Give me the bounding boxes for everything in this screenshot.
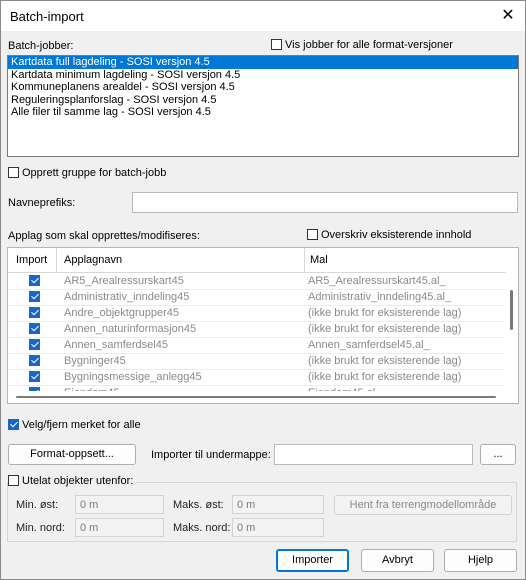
column-header-import[interactable]: Import: [16, 254, 47, 266]
select-all-label: Velg/fjern merket for alle: [22, 419, 141, 431]
import-checkbox[interactable]: [29, 275, 40, 286]
layer-name-cell: Annen_samferdsel45: [64, 339, 168, 351]
subfolder-input[interactable]: [274, 444, 473, 465]
import-checkbox[interactable]: [29, 307, 40, 318]
layer-name-cell: Andre_objektgrupper45: [64, 307, 179, 319]
batch-job-item[interactable]: Kommuneplanens arealdel - SOSI versjon 4…: [8, 81, 518, 94]
min-north-label: Min. nord:: [16, 522, 65, 534]
scrollbar-thumb[interactable]: [510, 290, 513, 330]
table-row[interactable]: Bygningsmessige_anlegg45 (ikke brukt for…: [8, 369, 505, 386]
table-header: Import Applagnavn Mal: [8, 248, 518, 273]
close-icon[interactable]: ✕: [497, 5, 519, 27]
overwrite-checkbox[interactable]: Overskriv eksisterende innhold: [307, 229, 471, 241]
horizontal-scrollbar[interactable]: [8, 391, 506, 403]
create-group-checkbox[interactable]: Opprett gruppe for batch-jobb: [8, 167, 166, 179]
show-all-versions-label: Vis jobber for alle format-versjoner: [285, 39, 453, 51]
import-checkbox[interactable]: [29, 355, 40, 366]
name-prefix-label: Navneprefiks:: [8, 197, 76, 209]
batch-job-item[interactable]: Kartdata minimum lagdeling - SOSI versjo…: [8, 69, 518, 82]
dialog-title: Batch-import: [10, 9, 84, 24]
import-button[interactable]: Importer: [276, 549, 349, 572]
max-north-label: Maks. nord:: [173, 522, 231, 534]
browse-button[interactable]: ...: [480, 444, 516, 465]
batch-job-item[interactable]: Reguleringsplanforslag - SOSI versjon 4.…: [8, 94, 518, 107]
layer-name-cell: Annen_naturinformasjon45: [64, 323, 197, 335]
min-north-input[interactable]: 0 m: [75, 518, 164, 537]
template-cell: (ikke brukt for eksisterende lag): [308, 307, 462, 319]
batch-import-dialog: Batch-import ✕ Batch-jobber: Vis jobber …: [0, 0, 526, 580]
column-divider[interactable]: [56, 248, 57, 272]
layers-table: Import Applagnavn Mal AR5_Arealressurska…: [7, 247, 519, 404]
checkbox-box: [8, 475, 19, 486]
vertical-scrollbar[interactable]: [506, 272, 518, 403]
overwrite-label: Overskriv eksisterende innhold: [321, 229, 472, 241]
column-header-layer-name[interactable]: Applagnavn: [64, 254, 122, 266]
max-north-input[interactable]: 0 m: [232, 518, 324, 537]
layers-label: Applag som skal opprettes/modifiseres:: [8, 230, 200, 242]
template-cell: AR5_Arealressurskart45.al_: [308, 275, 446, 287]
template-cell: (ikke brukt for eksisterende lag): [308, 323, 462, 335]
layer-name-cell: Bygningsmessige_anlegg45: [64, 371, 202, 383]
table-row[interactable]: Administrativ_inndeling45 Administrativ_…: [8, 289, 505, 306]
subfolder-label: Importer til undermappe:: [151, 449, 271, 461]
get-terrain-area-button[interactable]: Hent fra terrengmodellområde: [334, 495, 512, 515]
exclude-outside-checkbox[interactable]: Utelat objekter utenfor:: [8, 475, 137, 487]
batch-jobs-list[interactable]: Kartdata full lagdeling - SOSI versjon 4…: [7, 55, 519, 157]
template-cell: (ikke brukt for eksisterende lag): [308, 355, 462, 367]
format-setup-button[interactable]: Format-oppsett...: [8, 444, 136, 465]
column-divider[interactable]: [304, 248, 305, 272]
template-cell: (ikke brukt for eksisterende lag): [308, 371, 462, 383]
cancel-button[interactable]: Avbryt: [361, 549, 434, 572]
help-button[interactable]: Hjelp: [444, 549, 517, 572]
checkbox-box: [8, 419, 19, 430]
scrollbar-thumb[interactable]: [16, 396, 496, 398]
import-checkbox[interactable]: [29, 339, 40, 350]
name-prefix-input[interactable]: [132, 192, 518, 213]
table-row[interactable]: Bygninger45 (ikke brukt for eksisterende…: [8, 353, 505, 370]
checkbox-box: [8, 167, 19, 178]
import-checkbox[interactable]: [29, 371, 40, 382]
batch-jobs-label: Batch-jobber:: [8, 40, 74, 52]
checkbox-box: [307, 229, 318, 240]
template-cell: Administrativ_inndeling45.al_: [308, 291, 452, 303]
create-group-label: Opprett gruppe for batch-jobb: [22, 167, 167, 179]
min-east-input[interactable]: 0 m: [75, 495, 164, 514]
table-row[interactable]: Annen_naturinformasjon45 (ikke brukt for…: [8, 321, 505, 338]
table-row[interactable]: Annen_samferdsel45 Annen_samferdsel45.al…: [8, 337, 505, 354]
import-checkbox[interactable]: [29, 323, 40, 334]
select-all-checkbox[interactable]: Velg/fjern merket for alle: [8, 419, 141, 431]
show-all-versions-checkbox[interactable]: Vis jobber for alle format-versjoner: [271, 39, 453, 51]
column-header-template[interactable]: Mal: [310, 254, 328, 266]
checkbox-box: [271, 39, 282, 50]
max-east-input[interactable]: 0 m: [232, 495, 324, 514]
min-east-label: Min. øst:: [16, 499, 59, 511]
batch-job-item[interactable]: Alle filer til samme lag - SOSI versjon …: [8, 106, 518, 119]
table-row[interactable]: Andre_objektgrupper45 (ikke brukt for ek…: [8, 305, 505, 322]
layer-name-cell: AR5_Arealressurskart45: [64, 275, 184, 287]
title-bar: Batch-import ✕: [1, 1, 525, 31]
layer-name-cell: Administrativ_inndeling45: [64, 291, 190, 303]
table-row[interactable]: AR5_Arealressurskart45 AR5_Arealressursk…: [8, 273, 505, 290]
import-checkbox[interactable]: [29, 291, 40, 302]
batch-job-item[interactable]: Kartdata full lagdeling - SOSI versjon 4…: [8, 56, 518, 69]
template-cell: Annen_samferdsel45.al_: [308, 339, 430, 351]
max-east-label: Maks. øst:: [173, 499, 224, 511]
layer-name-cell: Bygninger45: [64, 355, 126, 367]
exclude-outside-label: Utelat objekter utenfor:: [22, 475, 134, 487]
